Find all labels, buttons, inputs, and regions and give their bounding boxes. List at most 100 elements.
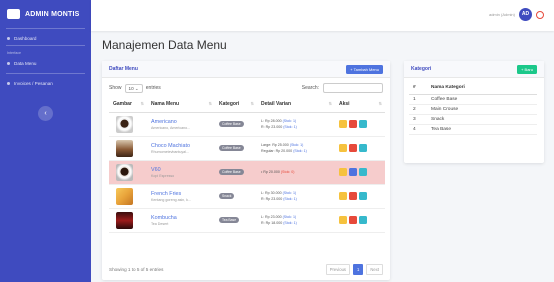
menu-image (116, 187, 133, 205)
menu-name[interactable]: V60 (151, 167, 215, 173)
sort-icon: ⇅ (378, 101, 382, 107)
delete-icon[interactable] (349, 120, 357, 128)
sidebar-toggle-button[interactable]: ‹ (38, 106, 53, 121)
table-row: Kombucha Tea Desert Tea Base L: Rp 23.000… (109, 208, 385, 233)
column-header: # (409, 82, 427, 95)
sidebar-item-dashboard[interactable]: Dashboard (0, 32, 91, 45)
sort-icon: ⇅ (250, 101, 254, 107)
table-controls: Show 10 ⌄ entries Search: (102, 78, 390, 93)
stock-icon[interactable] (359, 144, 367, 152)
chevron-down-icon: ⌄ (134, 85, 139, 91)
entries-label: entries (145, 85, 161, 91)
sidebar-item-label: Dashboard (14, 36, 37, 41)
sidebar-heading: Interface (7, 51, 21, 55)
table-row: 3 Snack (409, 114, 537, 125)
user-name: admin (Admin) (488, 12, 515, 17)
table-header-row: # Nama Kategori (409, 82, 537, 95)
logout-icon[interactable] (536, 10, 544, 19)
invoice-icon (7, 82, 10, 85)
column-header[interactable]: Detail Varian ⇅ (257, 97, 335, 113)
menu-card-title: Daftar Menu (109, 66, 138, 72)
page-title: Manajemen Data Menu (102, 38, 227, 52)
next-page-button[interactable]: Next (366, 264, 383, 275)
menu-name[interactable]: Choco Machiato (151, 143, 215, 149)
category-badge: Snack (219, 193, 235, 199)
sidebar-item-data-menu[interactable]: Data Menu (0, 57, 91, 70)
variant-item: R: Rp 23.000 (Stok: 1) (261, 197, 297, 201)
page-1-button[interactable]: 1 (353, 264, 364, 275)
table-row: 4 Tea Base (409, 124, 537, 135)
menu-desc: Tea Desert (151, 221, 169, 226)
column-header: Nama Kategori (427, 82, 537, 95)
category-card-header: Kategori + Baru (404, 61, 544, 78)
brand-name: ADMIN MONTIS (25, 10, 80, 18)
sidebar-divider (6, 28, 85, 29)
edit-icon[interactable] (339, 192, 347, 200)
sidebar-item-label: Data Menu (14, 61, 37, 66)
stock-icon[interactable] (359, 120, 367, 128)
menu-desc: Americano, Americano... (151, 125, 191, 130)
column-header[interactable]: Kategori ⇅ (215, 97, 257, 113)
previous-page-button[interactable]: Previous (325, 264, 351, 275)
sidebar-item-invoices[interactable]: Invoices / Pesanan (0, 77, 91, 90)
avatar[interactable]: AD (519, 8, 532, 21)
menu-desc: Rhumometevbantuyal... (151, 149, 189, 154)
sidebar: ADMIN MONTIS Dashboard Interface Data Me… (0, 0, 91, 282)
menu-icon (7, 62, 10, 65)
stock-icon[interactable] (359, 168, 367, 176)
edit-icon[interactable] (339, 216, 347, 224)
sort-icon: ⇅ (208, 101, 212, 107)
table-row: Americano Americano, Americano... Coffee … (109, 112, 385, 137)
pagination: Previous 1 Next (325, 264, 383, 275)
user-menu[interactable]: admin (Admin) AD (489, 8, 544, 21)
show-label: Show (109, 85, 122, 91)
topbar: admin (Admin) AD (91, 0, 554, 31)
variant-item: Regular: Rp 20.000 (Stok: 1) (261, 149, 307, 153)
table-info: Showing 1 to 5 of 5 entries (109, 267, 164, 272)
menu-image (116, 163, 133, 181)
menu-name[interactable]: Americano (151, 119, 215, 125)
view-icon[interactable] (349, 168, 357, 176)
search-label: Search: (301, 85, 319, 91)
add-category-button[interactable]: + Baru (517, 64, 537, 74)
table-row: 2 Main Crouse (409, 104, 537, 115)
variant-item: R: Rp 23.000 (Stok: 1) (261, 125, 297, 129)
edit-icon[interactable] (339, 168, 347, 176)
menu-image (116, 211, 133, 229)
table-footer: Showing 1 to 5 of 5 entries Previous 1 N… (109, 264, 383, 275)
delete-icon[interactable] (349, 192, 357, 200)
sort-icon: ⇅ (140, 101, 144, 107)
variant-item: • Rp 20.000 (Stok: 0) (261, 170, 295, 174)
stock-icon[interactable] (359, 216, 367, 224)
search-input[interactable] (323, 83, 383, 93)
menu-card: Daftar Menu + Tambah Menu Show 10 ⌄ entr… (102, 61, 390, 280)
category-badge: Coffee Base (219, 169, 244, 175)
menu-name[interactable]: Kombucha (151, 215, 215, 221)
entries-select[interactable]: 10 ⌄ (124, 83, 143, 93)
table-header-row: Gambar ⇅ Nama Menu ⇅ Kategori ⇅ Detail Vari… (109, 97, 385, 113)
menu-name[interactable]: French Fries (151, 191, 215, 197)
variant-item: R: Rp 18.000 (Stok: 1) (261, 221, 297, 225)
dashboard-icon (7, 37, 10, 40)
sort-icon: ⇅ (328, 101, 332, 107)
table-row: 1 Coffee Base (409, 94, 537, 105)
delete-icon[interactable] (349, 216, 357, 224)
menu-desc: Kentang goreng asin, k... (151, 197, 191, 202)
entries-value: 10 (128, 85, 134, 91)
add-menu-button[interactable]: + Tambah Menu (346, 64, 383, 74)
table-row: French Fries Kentang goreng asin, k... Sn… (109, 184, 385, 209)
column-header[interactable]: Nama Menu ⇅ (147, 97, 215, 113)
delete-icon[interactable] (349, 144, 357, 152)
column-header[interactable]: Aksi ⇅ (335, 97, 385, 113)
menu-image (116, 139, 133, 157)
stock-icon[interactable] (359, 192, 367, 200)
menu-table: Gambar ⇅ Nama Menu ⇅ Kategori ⇅ Detail Vari… (109, 97, 385, 233)
table-row: Choco Machiato Rhumometevbantuyal... Coff… (109, 136, 385, 161)
category-badge: Coffee Base (219, 145, 244, 151)
edit-icon[interactable] (339, 120, 347, 128)
sidebar-item-label: Invoices / Pesanan (14, 81, 53, 86)
brand[interactable]: ADMIN MONTIS (0, 0, 91, 28)
brand-logo-icon (7, 9, 20, 19)
column-header[interactable]: Gambar ⇅ (109, 97, 147, 113)
edit-icon[interactable] (339, 144, 347, 152)
